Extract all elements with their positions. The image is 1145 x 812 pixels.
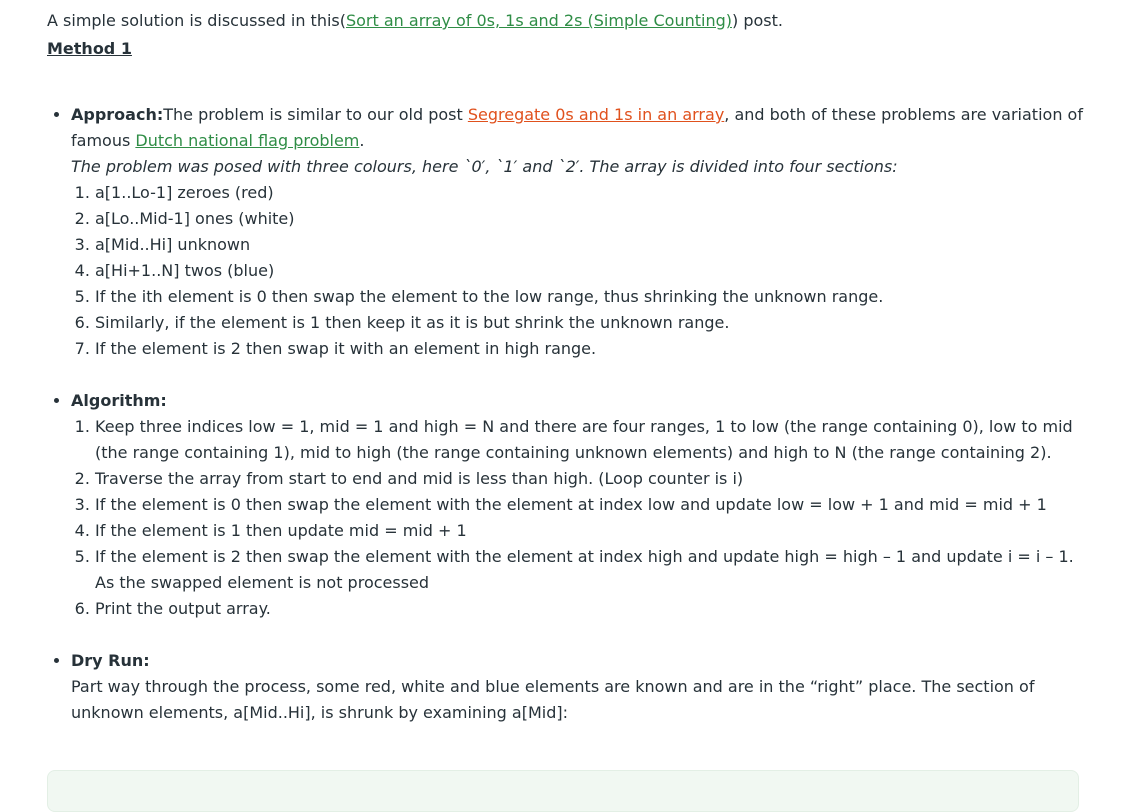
intro-paragraph: A simple solution is discussed in this(S… [47,8,1087,34]
list-item: Similarly, if the element is 1 then keep… [95,310,1087,336]
approach-italic-note: The problem was posed with three colours… [71,157,898,176]
algorithm-section: Algorithm: Keep three indices low = 1, m… [71,388,1087,622]
algorithm-list: Keep three indices low = 1, mid = 1 and … [71,414,1087,622]
segregate-link[interactable]: Segregate 0s and 1s in an array [468,105,724,124]
approach-section: Approach:The problem is similar to our o… [71,102,1087,362]
method-sections: Approach:The problem is similar to our o… [47,102,1087,726]
dry-run-section: Dry Run: Part way through the process, s… [71,648,1087,726]
method-heading: Method 1 [47,39,132,58]
dry-run-label: Dry Run: [71,651,150,670]
approach-list: a[1..Lo-1] zeroes (red) a[Lo..Mid-1] one… [71,180,1087,362]
list-item: a[Mid..Hi] unknown [95,232,1087,258]
list-item: Keep three indices low = 1, mid = 1 and … [95,414,1087,466]
list-item: If the element is 1 then update mid = mi… [95,518,1087,544]
list-item: a[Hi+1..N] twos (blue) [95,258,1087,284]
list-item: Print the output array. [95,596,1087,622]
dutch-flag-link[interactable]: Dutch national flag problem [135,131,359,150]
list-item: If the ith element is 0 then swap the el… [95,284,1087,310]
list-item: a[Lo..Mid-1] ones (white) [95,206,1087,232]
list-item: If the element is 0 then swap the elemen… [95,492,1087,518]
simple-counting-link[interactable]: Sort an array of 0s, 1s and 2s (Simple C… [346,11,732,30]
approach-label: Approach: [71,105,164,124]
approach-text-3: . [359,131,365,150]
code-block [47,770,1079,812]
intro-suffix: ) post. [731,11,783,30]
intro-prefix: A simple solution is discussed in this( [47,11,346,30]
algorithm-label: Algorithm: [71,391,167,410]
dry-run-text: Part way through the process, some red, … [71,677,1035,722]
article-body: A simple solution is discussed in this(S… [47,8,1087,726]
list-item: a[1..Lo-1] zeroes (red) [95,180,1087,206]
list-item: If the element is 2 then swap it with an… [95,336,1087,362]
list-item: If the element is 2 then swap the elemen… [95,544,1087,596]
approach-text-1: The problem is similar to our old post [163,105,468,124]
list-item: Traverse the array from start to end and… [95,466,1087,492]
